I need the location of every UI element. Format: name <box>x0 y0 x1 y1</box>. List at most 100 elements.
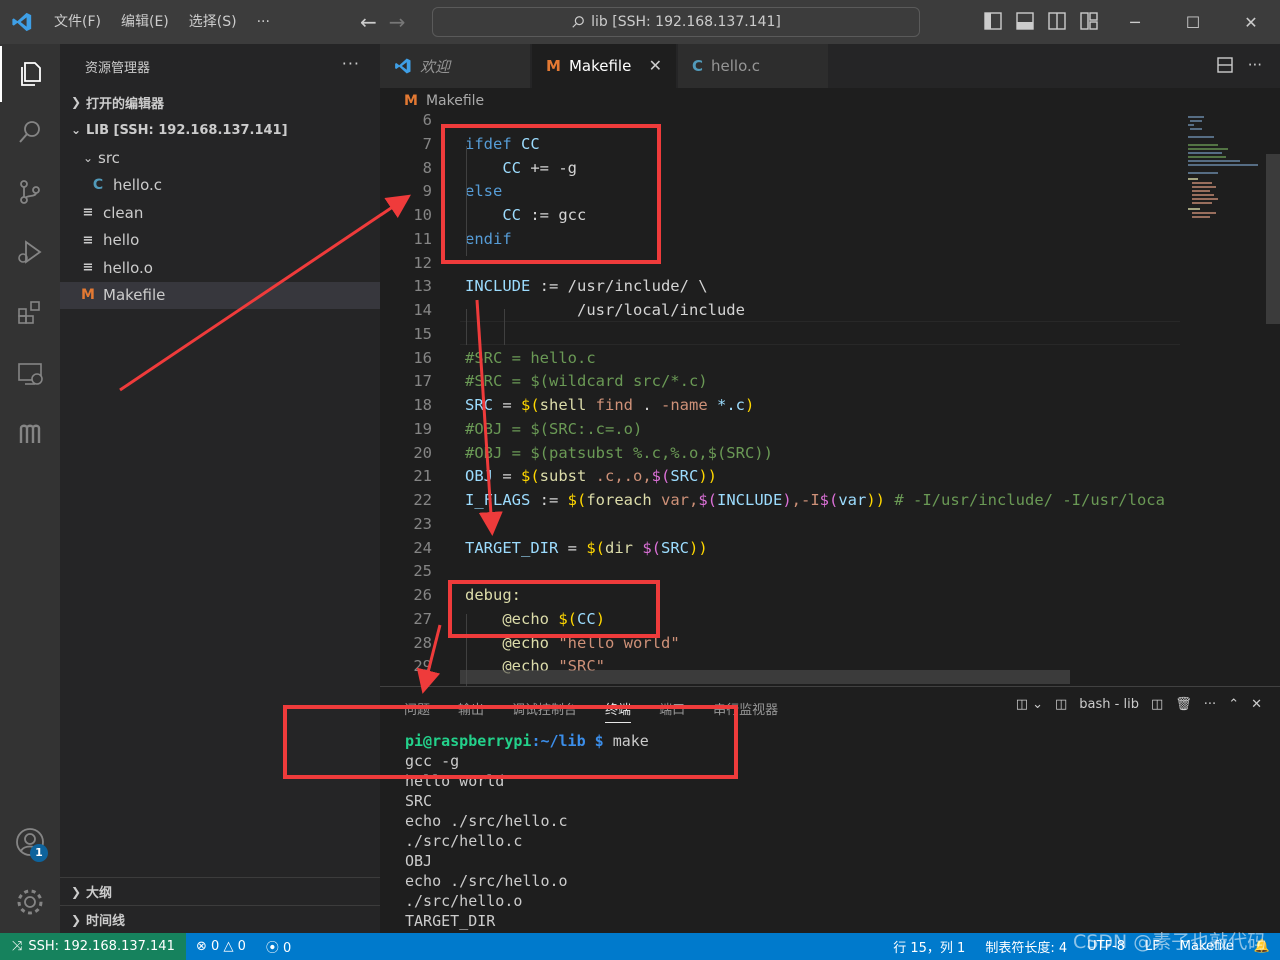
window-controls: ─ ☐ ✕ <box>1106 0 1280 44</box>
horizontal-scrollbar[interactable] <box>460 670 1070 684</box>
m-extension-icon[interactable] <box>0 406 60 462</box>
code-line[interactable]: 23 <box>380 513 1180 537</box>
menu-file[interactable]: 文件(F) <box>44 0 111 44</box>
accounts-icon[interactable]: 1 <box>0 814 60 870</box>
code-line[interactable]: 24 TARGET_DIR = $(dir $(SRC)) <box>380 537 1180 561</box>
toggle-panel-icon[interactable] <box>1014 10 1036 32</box>
minimize-icon[interactable]: ─ <box>1106 0 1164 44</box>
close-window-icon[interactable]: ✕ <box>1222 0 1280 44</box>
maximize-icon[interactable]: ☐ <box>1164 0 1222 44</box>
tree-item-makefile[interactable]: M Makefile <box>60 281 380 309</box>
run-debug-icon[interactable] <box>0 224 60 280</box>
chevron-right-icon: ❯ <box>70 912 82 927</box>
menu-edit[interactable]: 编辑(E) <box>111 0 179 44</box>
sidebar-more-button[interactable]: ··· <box>342 54 360 73</box>
terminal-name[interactable]: bash - lib <box>1079 697 1139 712</box>
cursor-position[interactable]: 行 15，列 1 <box>883 937 975 956</box>
extensions-icon[interactable] <box>0 284 60 340</box>
code-line[interactable]: 22 I_FLAGS := $(foreach var,$(INCLUDE),-I… <box>380 489 1180 513</box>
forward-arrow-icon[interactable]: → <box>389 10 406 34</box>
problems-status[interactable]: ⊗ 0 △ 0 <box>186 939 256 954</box>
tab-label: 欢迎 <box>420 57 451 76</box>
code-token: var <box>838 491 867 509</box>
back-arrow-icon[interactable]: ← <box>360 10 377 34</box>
line-number: 21 <box>413 467 432 486</box>
code-text: /usr/local/include <box>465 299 745 323</box>
text-file-icon: ≡ <box>82 232 94 248</box>
manage-gear-icon[interactable] <box>0 874 60 930</box>
minimap[interactable] <box>1186 114 1260 234</box>
code-line[interactable]: 13 INCLUDE := /usr/include/ \ <box>380 275 1180 299</box>
command-center-search[interactable]: lib [SSH: 192.168.137.141] <box>432 7 920 37</box>
tree-item-src[interactable]: ⌄ src <box>60 144 380 172</box>
code-token: foreach <box>586 491 652 509</box>
line-number: 25 <box>413 562 432 581</box>
vertical-scrollbar[interactable] <box>1266 154 1280 324</box>
code-token: find <box>586 396 634 414</box>
tree-item-clean[interactable]: ≡ clean <box>60 199 380 227</box>
split-editor-icon[interactable] <box>1216 56 1234 78</box>
timeline-section[interactable]: ❯ 时间线 <box>60 905 380 933</box>
tree-item-hello-c[interactable]: C hello.c <box>60 172 380 200</box>
ports-status[interactable]: ⦿ 0 <box>256 937 301 956</box>
close-icon[interactable]: ✕ <box>649 56 662 75</box>
code-token: *.c <box>717 396 746 414</box>
vscode-logo-icon <box>0 0 44 44</box>
code-line[interactable]: 19 #OBJ = $(SRC:.c=.o) <box>380 418 1180 442</box>
new-terminal-dropdown-icon[interactable]: ◫ ⌄ <box>1016 697 1043 712</box>
open-editors-section[interactable]: ❯ 打开的编辑器 <box>60 88 380 116</box>
terminal-output-line: TARGET_DIR <box>405 912 496 930</box>
code-line[interactable]: 21 OBJ = $(subst .c,.o,$(SRC)) <box>380 465 1180 489</box>
line-number: 27 <box>413 609 432 628</box>
menu-more[interactable]: ··· <box>247 0 280 44</box>
editor-tab-bar: 欢迎 M Makefile ✕ C hello.c ··· <box>380 44 1280 88</box>
more-actions-icon[interactable]: ··· <box>1248 56 1262 78</box>
tab-hello-c[interactable]: C hello.c <box>678 44 828 88</box>
tab-makefile[interactable]: M Makefile ✕ <box>532 44 676 88</box>
toggle-secondary-sidebar-icon[interactable] <box>1046 10 1068 32</box>
code-line[interactable]: 17 #SRC = $(wildcard src/*.c) <box>380 370 1180 394</box>
code-line[interactable]: 18 SRC = $(shell find . -name *.c) <box>380 394 1180 418</box>
code-line[interactable]: 20 #OBJ = $(patsubst %.c,%.o,$(SRC)) <box>380 442 1180 466</box>
code-token: $( <box>651 467 671 486</box>
outline-section[interactable]: ❯ 大纲 <box>60 877 380 905</box>
remote-label: SSH: 192.168.137.141 <box>28 939 175 954</box>
remote-indicator[interactable]: ⤨ SSH: 192.168.137.141 <box>0 933 186 960</box>
tab-label: Makefile <box>568 57 632 75</box>
explorer-sidebar: 资源管理器 ··· ❯ 打开的编辑器 ⌄ LIB [SSH: 192.168.1… <box>60 44 380 933</box>
line-number: 16 <box>413 348 432 367</box>
line-number: 6 <box>422 114 432 129</box>
workspace-section[interactable]: ⌄ LIB [SSH: 192.168.137.141] <box>60 116 380 144</box>
trash-icon[interactable]: 🗑 <box>1175 697 1192 712</box>
code-token: $( <box>698 491 717 509</box>
code-line[interactable]: 16 #SRC = hello.c <box>380 347 1180 371</box>
split-terminal-icon[interactable]: ◫ <box>1151 697 1163 712</box>
toggle-sidebar-icon[interactable] <box>982 10 1004 32</box>
terminal-icon: ◫ <box>1055 697 1068 712</box>
explorer-icon[interactable] <box>0 46 60 102</box>
line-number: 18 <box>413 396 432 414</box>
menu-selection[interactable]: 选择(S) <box>179 0 247 44</box>
tree-item-hello[interactable]: ≡ hello <box>60 227 380 255</box>
code-line[interactable]: 15 <box>380 323 1180 347</box>
customize-layout-icon[interactable] <box>1078 10 1100 32</box>
code-text: #OBJ = $(SRC:.c=.o) <box>465 418 642 442</box>
remote-explorer-icon[interactable] <box>0 346 60 402</box>
more-icon[interactable]: ··· <box>1204 697 1216 712</box>
breadcrumb-file[interactable]: Makefile <box>426 93 484 109</box>
code-line[interactable]: 14 /usr/local/include <box>380 299 1180 323</box>
close-panel-icon[interactable]: ✕ <box>1251 697 1262 712</box>
search-icon[interactable] <box>0 104 60 160</box>
code-token: )) <box>689 538 708 557</box>
line-number: 24 <box>413 538 432 557</box>
tab-size[interactable]: 制表符长度: 4 <box>975 937 1077 956</box>
terminal-output-line: echo ./src/hello.c <box>405 812 568 830</box>
maximize-panel-icon[interactable]: ⌃ <box>1228 697 1239 712</box>
tree-item-hello-o[interactable]: ≡ hello.o <box>60 254 380 282</box>
code-token: SRC <box>670 467 699 486</box>
code-token: dir <box>605 538 633 557</box>
tab-welcome[interactable]: 欢迎 <box>380 44 530 88</box>
breadcrumb: M Makefile <box>380 88 1280 114</box>
source-control-icon[interactable] <box>0 164 60 220</box>
layout-controls <box>982 10 1100 32</box>
